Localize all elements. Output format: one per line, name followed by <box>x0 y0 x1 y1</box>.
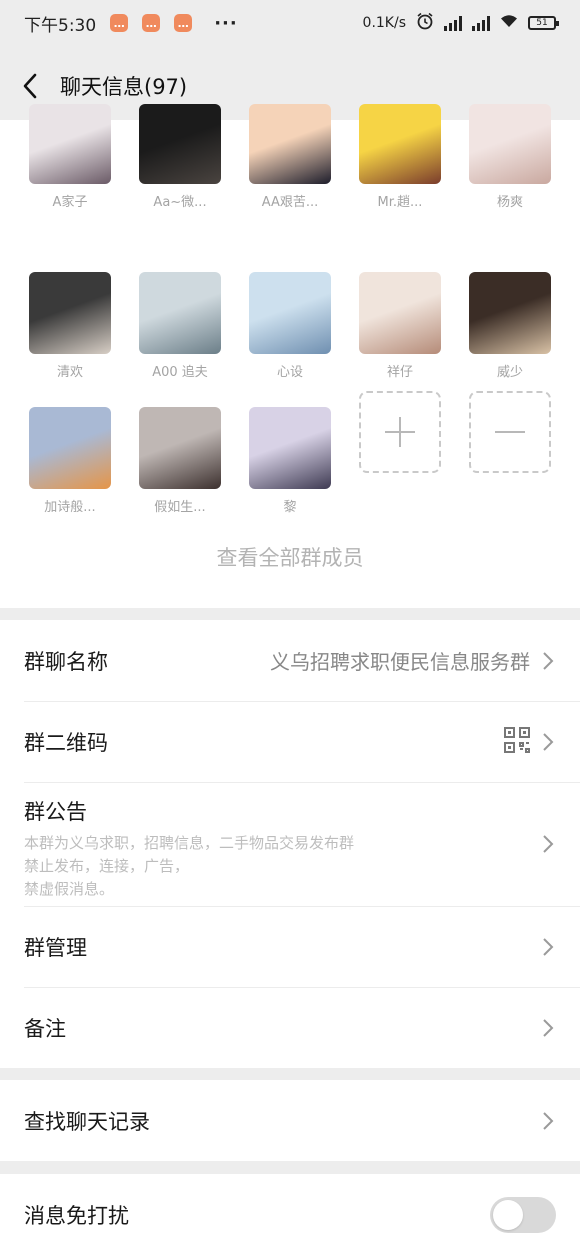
member-item[interactable]: 杨爽 <box>460 104 560 210</box>
member-item[interactable]: 祥仔 <box>350 272 450 380</box>
mute-notifications-row: 消息免打扰 <box>0 1174 580 1255</box>
group-announcement-label: 群公告 <box>24 800 87 824</box>
member-name: AA艰苦... <box>261 195 319 210</box>
member-item[interactable]: 黎 <box>240 407 340 515</box>
status-bar: 下午5:30 … … … ··· 0.1K/s 51 <box>0 0 580 46</box>
mute-notifications-label: 消息免打扰 <box>24 1203 129 1228</box>
group-announcement-row[interactable]: 群公告 本群为义乌求职，招聘信息，二手物品交易发布群 禁止发布，连接，广告， 禁… <box>0 782 580 906</box>
member-item[interactable]: 威少 <box>460 272 560 380</box>
group-settings-section: 群聊名称 义乌招聘求职便民信息服务群 群二维码 群公告 本群为义乌求职，招聘信息… <box>0 620 580 1068</box>
battery-level: 51 <box>536 18 548 28</box>
member-name: A00 追夫 <box>152 365 208 380</box>
member-avatar[interactable] <box>359 104 441 184</box>
member-name: 假如生... <box>154 500 206 515</box>
minus-icon <box>495 431 525 433</box>
member-name: 清欢 <box>56 365 83 380</box>
message-notification-icon: … <box>142 14 161 32</box>
group-announcement-text: 本群为义乌求职，招聘信息，二手物品交易发布群 禁止发布，连接，广告， 禁虚假消息… <box>24 834 355 898</box>
more-notifications-indicator: ··· <box>214 12 238 34</box>
member-item[interactable]: A00 追夫 <box>130 272 230 380</box>
member-avatar[interactable] <box>249 104 331 184</box>
member-item[interactable]: AA艰苦... <box>240 104 340 210</box>
member-avatar[interactable] <box>139 104 221 184</box>
remark-label: 备注 <box>24 1016 66 1041</box>
member-name: Aa~微... <box>153 195 207 210</box>
status-time: 下午5:30 <box>24 15 97 36</box>
member-name: 黎 <box>283 500 297 515</box>
member-name: 心设 <box>276 365 303 380</box>
chevron-right-icon <box>542 1016 556 1040</box>
member-avatar[interactable] <box>29 272 111 354</box>
chevron-right-icon <box>542 832 556 856</box>
member-item[interactable]: 心设 <box>240 272 340 380</box>
member-item[interactable]: A家子 <box>20 104 120 210</box>
member-avatar[interactable] <box>139 407 221 489</box>
wifi-icon <box>500 14 518 32</box>
add-member-button[interactable] <box>350 391 450 473</box>
remark-row[interactable]: 备注 <box>0 987 580 1068</box>
group-name-row[interactable]: 群聊名称 义乌招聘求职便民信息服务群 <box>0 620 580 701</box>
chevron-right-icon <box>542 935 556 959</box>
members-panel: A家子 Aa~微... AA艰苦... Mr.趙... 杨爽清欢 A00 追夫 心设 祥仔 威少… <box>0 104 580 608</box>
signal-icon <box>444 15 462 31</box>
member-item[interactable]: 假如生... <box>130 407 230 515</box>
remove-member-button[interactable] <box>460 391 560 473</box>
member-avatar[interactable] <box>469 104 551 184</box>
member-name: Mr.趙... <box>377 195 423 210</box>
member-avatar[interactable] <box>29 407 111 489</box>
member-avatar[interactable] <box>469 272 551 354</box>
group-qr-code-row[interactable]: 群二维码 <box>0 701 580 782</box>
qr-code-icon <box>504 726 530 757</box>
battery-icon: 51 <box>528 16 559 30</box>
chevron-right-icon <box>542 730 556 754</box>
member-avatar[interactable] <box>139 272 221 354</box>
mute-notifications-toggle[interactable] <box>490 1196 556 1233</box>
message-notification-icon: … <box>174 14 193 32</box>
search-chat-history-row[interactable]: 查找聊天记录 <box>0 1080 580 1161</box>
member-item[interactable]: Mr.趙... <box>350 104 450 210</box>
mute-section: 消息免打扰 <box>0 1174 580 1257</box>
member-avatar[interactable] <box>29 104 111 184</box>
member-name: A家子 <box>52 195 88 210</box>
search-section: 查找聊天记录 <box>0 1080 580 1161</box>
plus-icon <box>385 417 415 447</box>
group-management-label: 群管理 <box>24 935 87 960</box>
alarm-icon <box>416 12 434 34</box>
member-name: 杨爽 <box>496 195 523 210</box>
group-name-label: 群聊名称 <box>24 649 108 674</box>
member-item[interactable]: Aa~微... <box>130 104 230 210</box>
member-name: 威少 <box>496 365 523 380</box>
search-chat-history-label: 查找聊天记录 <box>24 1109 150 1134</box>
member-avatar[interactable] <box>249 272 331 354</box>
network-speed: 0.1K/s <box>362 15 406 31</box>
message-notification-icon: … <box>110 14 129 32</box>
group-name-value: 义乌招聘求职便民信息服务群 <box>270 650 530 674</box>
member-avatar[interactable] <box>359 272 441 354</box>
view-all-members-link[interactable]: 查看全部群成员 <box>0 542 580 572</box>
toggle-knob <box>493 1199 523 1230</box>
page-title: 聊天信息(97) <box>60 75 188 99</box>
signal-icon <box>472 15 490 31</box>
member-name: 祥仔 <box>386 365 413 380</box>
chevron-right-icon <box>542 649 556 673</box>
member-avatar[interactable] <box>249 407 331 489</box>
group-qr-code-label: 群二维码 <box>24 730 108 755</box>
member-name: 加诗般... <box>44 500 96 515</box>
member-item[interactable]: 清欢 <box>20 272 120 380</box>
chevron-right-icon <box>542 1109 556 1133</box>
member-item[interactable]: 加诗般... <box>20 407 120 515</box>
group-management-row[interactable]: 群管理 <box>0 906 580 987</box>
